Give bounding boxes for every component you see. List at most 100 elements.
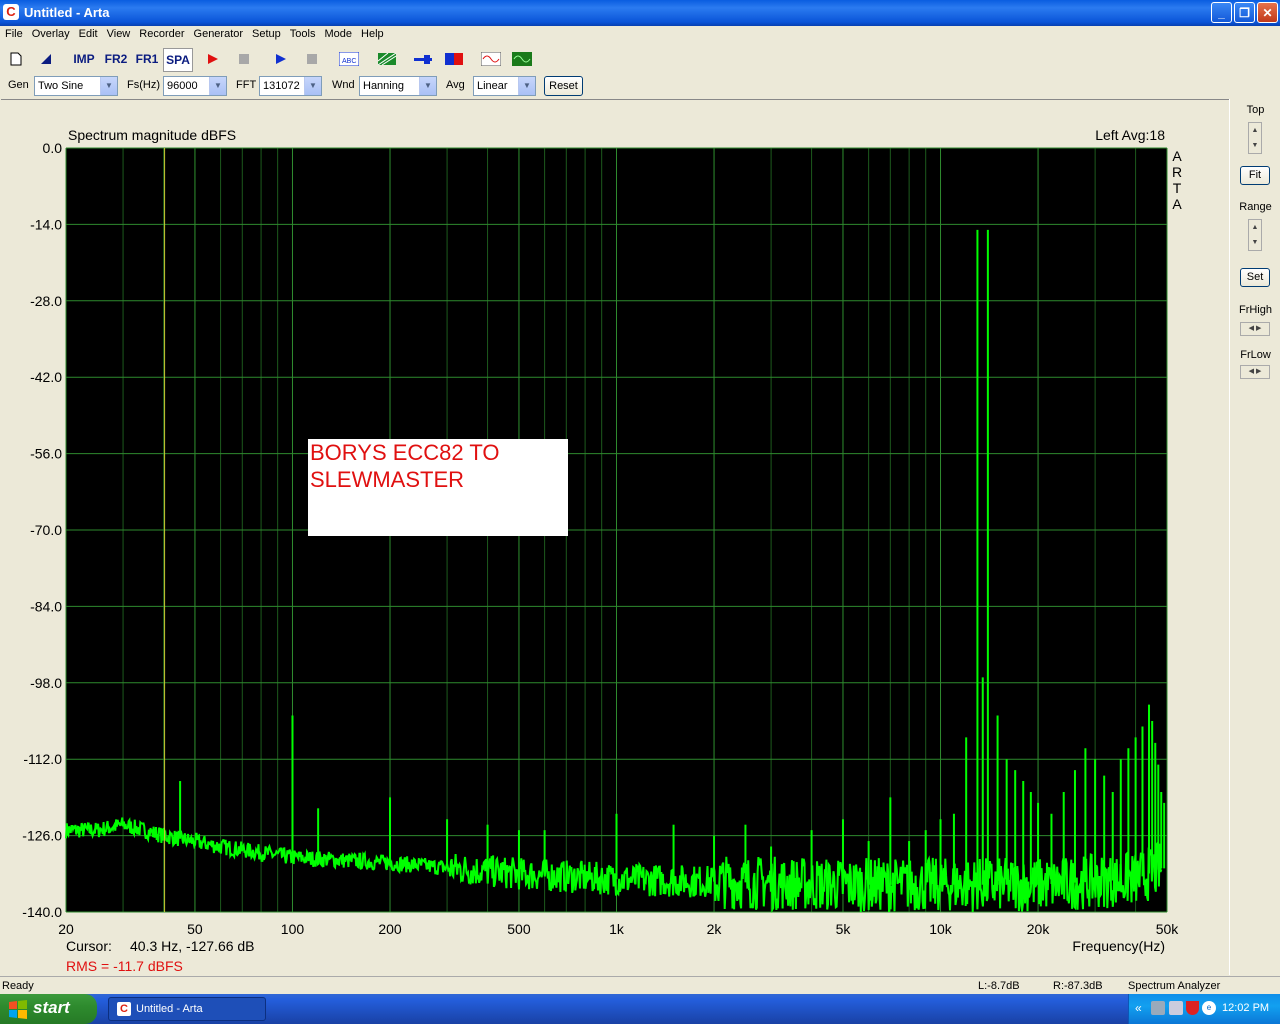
cursor-value: 40.3 Hz, -127.66 dB — [130, 938, 255, 954]
y-tick-label: -70.0 — [30, 522, 62, 538]
y-tick-label: -140.0 — [22, 904, 62, 920]
plot-title: Spectrum magnitude dBFS — [68, 127, 236, 143]
fft-label: FFT — [236, 79, 257, 91]
stop-record-icon[interactable] — [235, 48, 253, 70]
x-tick-label: 20k — [1027, 921, 1051, 937]
fft-select[interactable]: 131072 ▼ — [259, 76, 322, 96]
y-tick-label: -28.0 — [30, 293, 62, 309]
top-spinner[interactable]: ▲ ▼ — [1248, 122, 1262, 154]
antivirus-icon[interactable]: e — [1202, 1001, 1216, 1015]
y-tick-label: -112.0 — [23, 751, 62, 767]
left-level: L:-8.7dB — [978, 980, 1020, 992]
filter-icon[interactable] — [377, 48, 397, 70]
annotation-box[interactable]: BORYS ECC82 TO SLEWMASTER — [308, 439, 568, 536]
right-level: R:-87.3dB — [1053, 980, 1103, 992]
title-bar: C Untitled - Arta _ ❐ ✕ — [0, 0, 1280, 26]
start-button[interactable]: start — [0, 994, 97, 1024]
rms-readout: RMS = -11.7 dBFS — [66, 958, 183, 974]
control-bar: Gen Two Sine ▼ Fs(Hz) 96000 ▼ FFT 131072 ▼ … — [0, 74, 1280, 98]
menu-view[interactable]: View — [102, 26, 135, 40]
generator-sine-icon[interactable] — [480, 48, 502, 70]
y-tick-label: -84.0 — [30, 598, 62, 614]
arta-app-icon: C — [3, 4, 19, 20]
window-select[interactable]: Hanning ▼ — [359, 76, 437, 96]
x-tick-label: 20 — [58, 921, 74, 937]
plot-panel: Spectrum magnitude dBFS Left Avg:18 0.0 -… — [1, 99, 1229, 976]
security-shield-icon[interactable] — [1186, 1001, 1199, 1015]
spa-mode-button[interactable]: SPA — [163, 48, 193, 72]
fit-button[interactable]: Fit — [1240, 166, 1270, 185]
avg-label: Avg — [446, 79, 465, 91]
fs-label: Fs(Hz) — [127, 79, 160, 91]
fr2-mode-button[interactable]: FR2 — [102, 48, 130, 70]
abc-icon[interactable]: ABC — [338, 48, 360, 70]
menu-overlay[interactable]: Overlay — [27, 26, 74, 40]
chevron-down-icon[interactable]: ▼ — [100, 77, 117, 95]
set-button[interactable]: Set — [1240, 268, 1270, 287]
speaker-icon[interactable] — [1169, 1001, 1183, 1015]
network-icon[interactable] — [1151, 1001, 1165, 1015]
taskbar: start C Untitled - Arta « e 12:02 PM — [0, 994, 1280, 1024]
x-tick-label: 500 — [507, 921, 531, 937]
open-file-icon[interactable] — [36, 48, 56, 70]
chevron-down-icon[interactable]: ▼ — [518, 77, 535, 95]
generator-select[interactable]: Two Sine ▼ — [34, 76, 118, 96]
menu-recorder[interactable]: Recorder — [134, 26, 188, 40]
sample-rate-select[interactable]: 96000 ▼ — [163, 76, 227, 96]
slider-icon[interactable] — [413, 48, 433, 70]
x-tick-label: 10k — [929, 921, 953, 937]
minimize-button[interactable]: _ — [1211, 2, 1232, 23]
close-button[interactable]: ✕ — [1257, 2, 1278, 23]
clock: 12:02 PM — [1222, 1002, 1270, 1014]
x-tick-label: 1k — [609, 921, 625, 937]
y-tick-labels: 0.0 -14.0 -28.0 -42.0 -56.0 -70.0 -84.0 -98.0 -1… — [22, 140, 62, 920]
menu-tools[interactable]: Tools — [285, 26, 320, 40]
tray-arrow-icon[interactable]: « — [1135, 1001, 1142, 1015]
average-value: Linear — [477, 80, 508, 92]
menu-file[interactable]: File — [0, 26, 27, 40]
taskbar-item-arta[interactable]: C Untitled - Arta — [108, 997, 266, 1021]
y-tick-label: -126.0 — [22, 828, 62, 844]
frhigh-label: FrHigh — [1238, 304, 1272, 316]
chevron-down-icon[interactable]: ▼ — [209, 77, 226, 95]
scope-icon[interactable] — [511, 48, 533, 70]
maximize-button[interactable]: ❐ — [1234, 2, 1255, 23]
y-tick-label: -98.0 — [30, 675, 62, 691]
taskbar-item-label: Untitled - Arta — [136, 1003, 203, 1015]
arta-letter: R — [1172, 164, 1182, 180]
y-tick-label: 0.0 — [43, 140, 63, 156]
mode-status: Spectrum Analyzer — [1128, 980, 1221, 992]
reset-button[interactable]: Reset — [544, 76, 583, 96]
impulse-mode-button[interactable]: IMP — [70, 48, 98, 70]
frlow-spinner[interactable]: ◀ ▶ — [1240, 365, 1270, 379]
generator-value: Two Sine — [38, 80, 84, 92]
average-select[interactable]: Linear ▼ — [473, 76, 536, 96]
level-meter-icon[interactable] — [444, 48, 464, 70]
sample-rate-value: 96000 — [167, 80, 198, 92]
record-icon[interactable] — [204, 48, 222, 70]
chevron-down-icon[interactable]: ▼ — [304, 77, 321, 95]
spectrum-chart[interactable]: Spectrum magnitude dBFS Left Avg:18 0.0 -… — [1, 100, 1229, 976]
fr1-mode-button[interactable]: FR1 — [133, 48, 161, 70]
wnd-label: Wnd — [332, 79, 355, 91]
fft-value: 131072 — [263, 80, 300, 92]
chevron-down-icon[interactable]: ▼ — [419, 77, 436, 95]
frhigh-spinner[interactable]: ◀ ▶ — [1240, 322, 1270, 336]
arta-letter: T — [1173, 180, 1182, 196]
menu-generator[interactable]: Generator — [189, 26, 248, 40]
range-spinner[interactable]: ▲ ▼ — [1248, 219, 1262, 251]
y-tick-label: -14.0 — [30, 216, 62, 232]
menu-mode[interactable]: Mode — [319, 26, 356, 40]
x-tick-label: 2k — [707, 921, 723, 937]
stop-play-icon[interactable] — [303, 48, 321, 70]
start-label: start — [33, 998, 70, 1017]
side-panel: Top ▲ ▼ Fit Range ▲ ▼ Set FrHigh ◀ ▶ FrLow… — [1229, 99, 1280, 975]
new-file-icon[interactable] — [6, 48, 26, 70]
top-label: Top — [1246, 104, 1265, 116]
menu-setup[interactable]: Setup — [247, 26, 285, 40]
status-ready: Ready — [2, 980, 34, 992]
menu-help[interactable]: Help — [356, 26, 388, 40]
menu-edit[interactable]: Edit — [74, 26, 102, 40]
play-icon[interactable] — [272, 48, 290, 70]
arta-task-icon: C — [117, 1002, 131, 1016]
